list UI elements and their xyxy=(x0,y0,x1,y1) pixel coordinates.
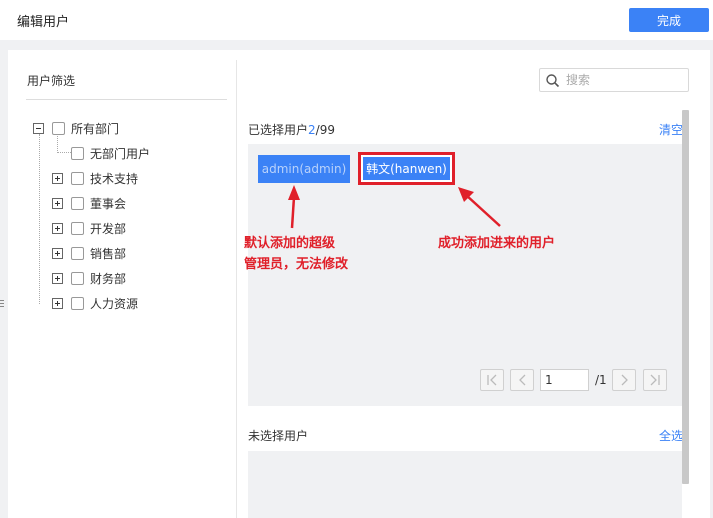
chevron-right-icon xyxy=(621,374,628,386)
tree-connector xyxy=(39,134,40,304)
tree-item-label: 无部门用户 xyxy=(90,146,151,161)
unselected-users-title: 未选择用户 xyxy=(248,429,309,443)
search-box[interactable] xyxy=(539,68,689,92)
tree-checkbox[interactable] xyxy=(71,196,84,210)
selected-users-title: 已选择用户2/99 xyxy=(248,121,335,138)
selected-total: /99 xyxy=(315,123,335,137)
tree-checkbox[interactable] xyxy=(71,296,84,310)
annotation-admin-line1: 默认添加的超级 xyxy=(244,236,336,251)
search-input[interactable] xyxy=(566,71,684,89)
tree-item-tech-support[interactable]: 技术支持 xyxy=(52,168,138,188)
dialog-header: 编辑用户 完成 xyxy=(0,0,713,40)
expand-icon[interactable] xyxy=(52,222,63,234)
scrollbar[interactable] xyxy=(682,110,689,484)
expand-icon[interactable] xyxy=(52,197,63,209)
filter-divider xyxy=(26,99,227,100)
tree-item-label: 开发部 xyxy=(90,221,127,236)
tree-connector xyxy=(57,152,71,153)
tree-checkbox[interactable] xyxy=(52,121,65,135)
annotation-admin: 默认添加的超级 管理员，无法修改 xyxy=(244,233,348,275)
page-input[interactable]: 1 xyxy=(540,369,589,391)
tree-item-label: 财务部 xyxy=(90,271,127,286)
tree-item-development[interactable]: 开发部 xyxy=(52,218,126,238)
tree-item-label: 所有部门 xyxy=(71,121,120,136)
tree-item-hr[interactable]: 人力资源 xyxy=(52,293,138,313)
tree-item-finance[interactable]: 财务部 xyxy=(52,268,126,288)
first-page-icon xyxy=(487,374,497,386)
tree-item-sales[interactable]: 销售部 xyxy=(52,243,126,263)
tree-checkbox[interactable] xyxy=(71,146,84,160)
next-page-button[interactable] xyxy=(612,369,636,391)
tree-item-label: 董事会 xyxy=(90,196,127,211)
tree-checkbox[interactable] xyxy=(71,171,84,185)
tree-checkbox[interactable] xyxy=(71,221,84,235)
tree-item-label: 技术支持 xyxy=(90,171,139,186)
tree-item-no-department[interactable]: 无部门用户 xyxy=(71,143,150,163)
first-page-button[interactable] xyxy=(480,369,504,391)
expand-icon[interactable] xyxy=(52,272,63,284)
annotation-admin-line2: 管理员，无法修改 xyxy=(244,257,349,272)
clear-button[interactable]: 清空 xyxy=(659,121,683,138)
select-all-button[interactable]: 全选 xyxy=(659,427,683,444)
filter-title: 用户筛选 xyxy=(27,74,76,88)
selected-count: 2 xyxy=(308,123,316,137)
tree-checkbox[interactable] xyxy=(71,246,84,260)
selected-users-area xyxy=(248,144,682,406)
page-total: /1 xyxy=(595,373,607,387)
done-button[interactable]: 完成 xyxy=(629,8,709,32)
user-chip-hanwen[interactable]: 韩文(hanwen) xyxy=(363,157,450,180)
collapse-icon[interactable] xyxy=(33,122,44,134)
unselected-users-area xyxy=(248,451,682,518)
search-icon xyxy=(546,74,560,88)
expand-icon[interactable] xyxy=(52,247,63,259)
tree-checkbox[interactable] xyxy=(71,271,84,285)
chevron-left-icon xyxy=(519,374,526,386)
selected-title-label: 已选择用户 xyxy=(248,123,309,137)
tree-item-board[interactable]: 董事会 xyxy=(52,193,126,213)
dialog-title: 编辑用户 xyxy=(17,15,70,30)
last-page-button[interactable] xyxy=(643,369,667,391)
tree-item-label: 人力资源 xyxy=(90,296,139,311)
user-chip-admin: admin(admin) xyxy=(258,155,350,183)
tree-item-label: 销售部 xyxy=(90,246,127,261)
resize-handle[interactable] xyxy=(0,300,4,312)
highlight-box: 韩文(hanwen) xyxy=(358,152,455,185)
last-page-icon xyxy=(650,374,660,386)
tree-item-all-departments[interactable]: 所有部门 xyxy=(33,118,119,138)
expand-icon[interactable] xyxy=(52,297,63,309)
expand-icon[interactable] xyxy=(52,172,63,184)
prev-page-button[interactable] xyxy=(510,369,534,391)
panel-divider xyxy=(236,60,237,518)
annotation-added-user: 成功添加进来的用户 xyxy=(438,236,556,251)
